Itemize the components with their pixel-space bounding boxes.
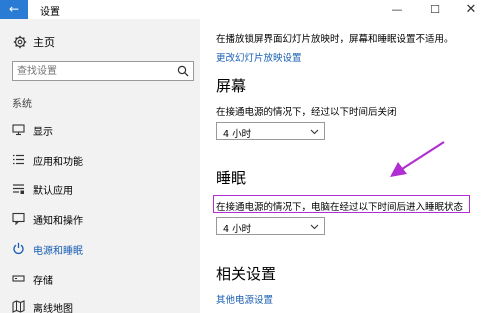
sidebar-item-home[interactable]: 主页 <box>0 32 200 54</box>
main-content: 在播放锁屏界面幻灯片放映时，屏幕和睡眠设置不适用。 更改幻灯片放映设置 屏幕 在… <box>200 19 500 313</box>
sidebar-item-default-apps[interactable]: 默认应用 <box>0 177 200 201</box>
sleep-description: 在接通电源的情况下，电脑在经过以下时间后进入睡眠状态 <box>216 202 464 213</box>
notification-icon <box>12 212 25 225</box>
display-icon <box>12 124 25 136</box>
sidebar-item-label: 显示 <box>33 127 53 138</box>
lockscreen-note: 在播放锁屏界面幻灯片放映时，屏幕和睡眠设置不适用。 <box>216 34 454 45</box>
screen-heading: 屏幕 <box>216 77 247 95</box>
sidebar-item-notifications[interactable]: 通知和操作 <box>0 207 200 231</box>
sleep-timeout-select[interactable]: 4 小时 <box>216 217 325 235</box>
maximize-button[interactable]: ☐ <box>420 0 450 19</box>
offline-maps-icon <box>12 300 25 313</box>
sidebar-item-label: 应用和功能 <box>33 157 83 168</box>
sleep-heading: 睡眠 <box>216 169 247 187</box>
sidebar-item-label: 存储 <box>33 276 53 287</box>
other-power-settings-link[interactable]: 其他电源设置 <box>216 292 273 306</box>
sidebar-item-label: 电源和睡眠 <box>33 246 83 257</box>
back-button[interactable]: ← <box>0 0 28 19</box>
back-arrow-icon: ← <box>8 2 20 16</box>
minimize-button[interactable]: — <box>382 0 412 19</box>
chevron-down-icon <box>310 129 319 135</box>
default-apps-icon <box>13 184 24 194</box>
search-input[interactable] <box>17 63 167 79</box>
screen-timeout-select[interactable]: 4 小时 <box>216 122 325 140</box>
selected-value: 4 小时 <box>223 129 252 140</box>
window-title: 设置 <box>40 7 60 18</box>
sidebar-item-storage[interactable]: 存储 <box>0 267 200 291</box>
sidebar-item-offline-maps[interactable]: 离线地图 <box>0 295 200 313</box>
power-icon <box>13 242 24 255</box>
sidebar-item-display[interactable]: 显示 <box>0 118 200 142</box>
close-button[interactable]: ✕ <box>456 0 486 19</box>
search-icon <box>177 65 189 77</box>
slideshow-settings-link[interactable]: 更改幻灯片放映设置 <box>216 50 302 64</box>
selected-value: 4 小时 <box>223 224 252 235</box>
sidebar: 主页 系统 显示 应用和功能 <box>0 19 200 313</box>
apps-list-icon <box>13 154 24 165</box>
related-settings-heading: 相关设置 <box>216 265 277 283</box>
sidebar-item-apps[interactable]: 应用和功能 <box>0 148 200 172</box>
search-field[interactable] <box>12 61 194 81</box>
section-heading: 系统 <box>12 99 32 110</box>
sidebar-item-power-sleep[interactable]: 电源和睡眠 <box>0 237 200 261</box>
sidebar-item-label: 通知和操作 <box>33 216 83 227</box>
screen-description: 在接通电源的情况下，经过以下时间后关闭 <box>216 107 397 118</box>
sidebar-item-label: 主页 <box>33 36 55 49</box>
sidebar-item-label: 离线地图 <box>33 304 73 313</box>
sidebar-item-label: 默认应用 <box>33 186 73 197</box>
title-bar: ← 设置 — ☐ ✕ <box>0 0 500 19</box>
storage-icon <box>12 275 25 282</box>
gear-icon <box>13 35 27 49</box>
chevron-down-icon <box>310 224 319 230</box>
